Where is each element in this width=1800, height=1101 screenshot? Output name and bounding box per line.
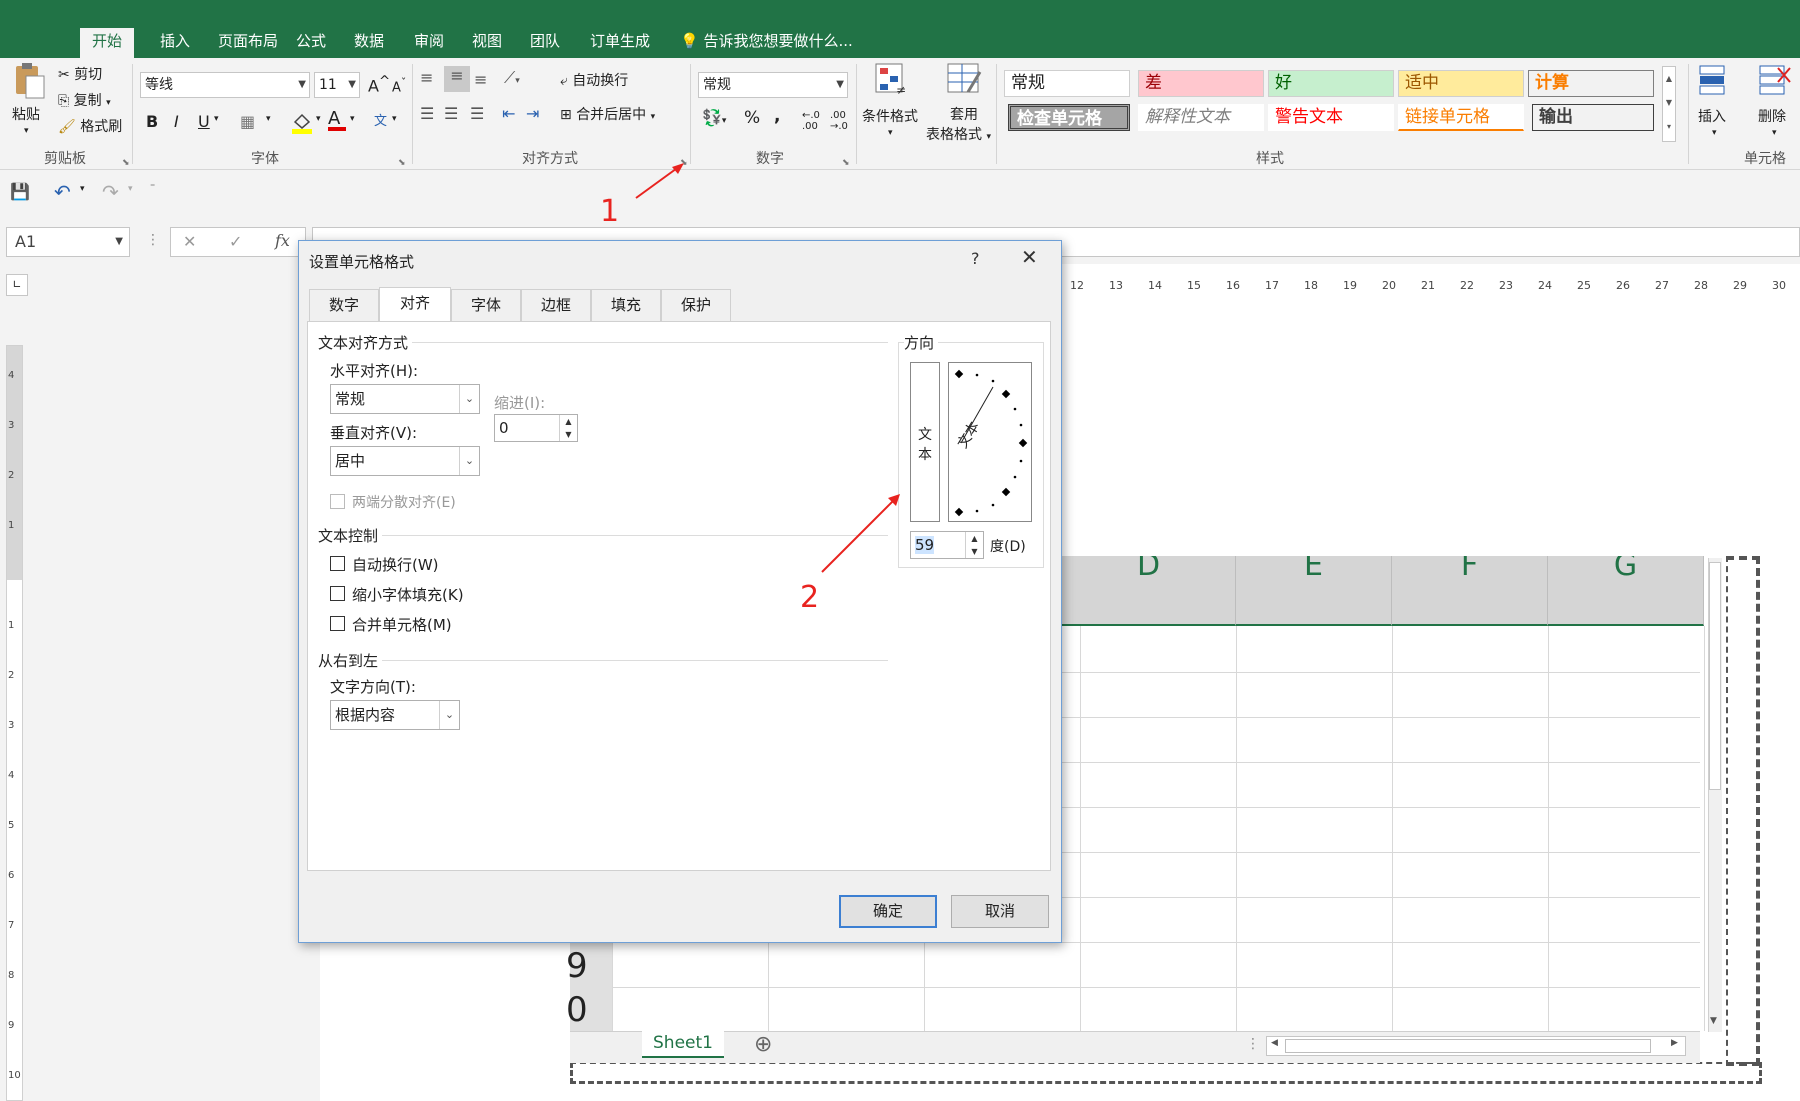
annotation-number-1: 1	[600, 194, 620, 229]
annotation-arrow-1	[635, 165, 681, 199]
annotation-arrows	[635, 163, 900, 573]
annotation-arrow-2	[821, 497, 897, 573]
annotation-arrowhead	[672, 163, 684, 174]
annotation-number-2: 2	[800, 580, 820, 615]
